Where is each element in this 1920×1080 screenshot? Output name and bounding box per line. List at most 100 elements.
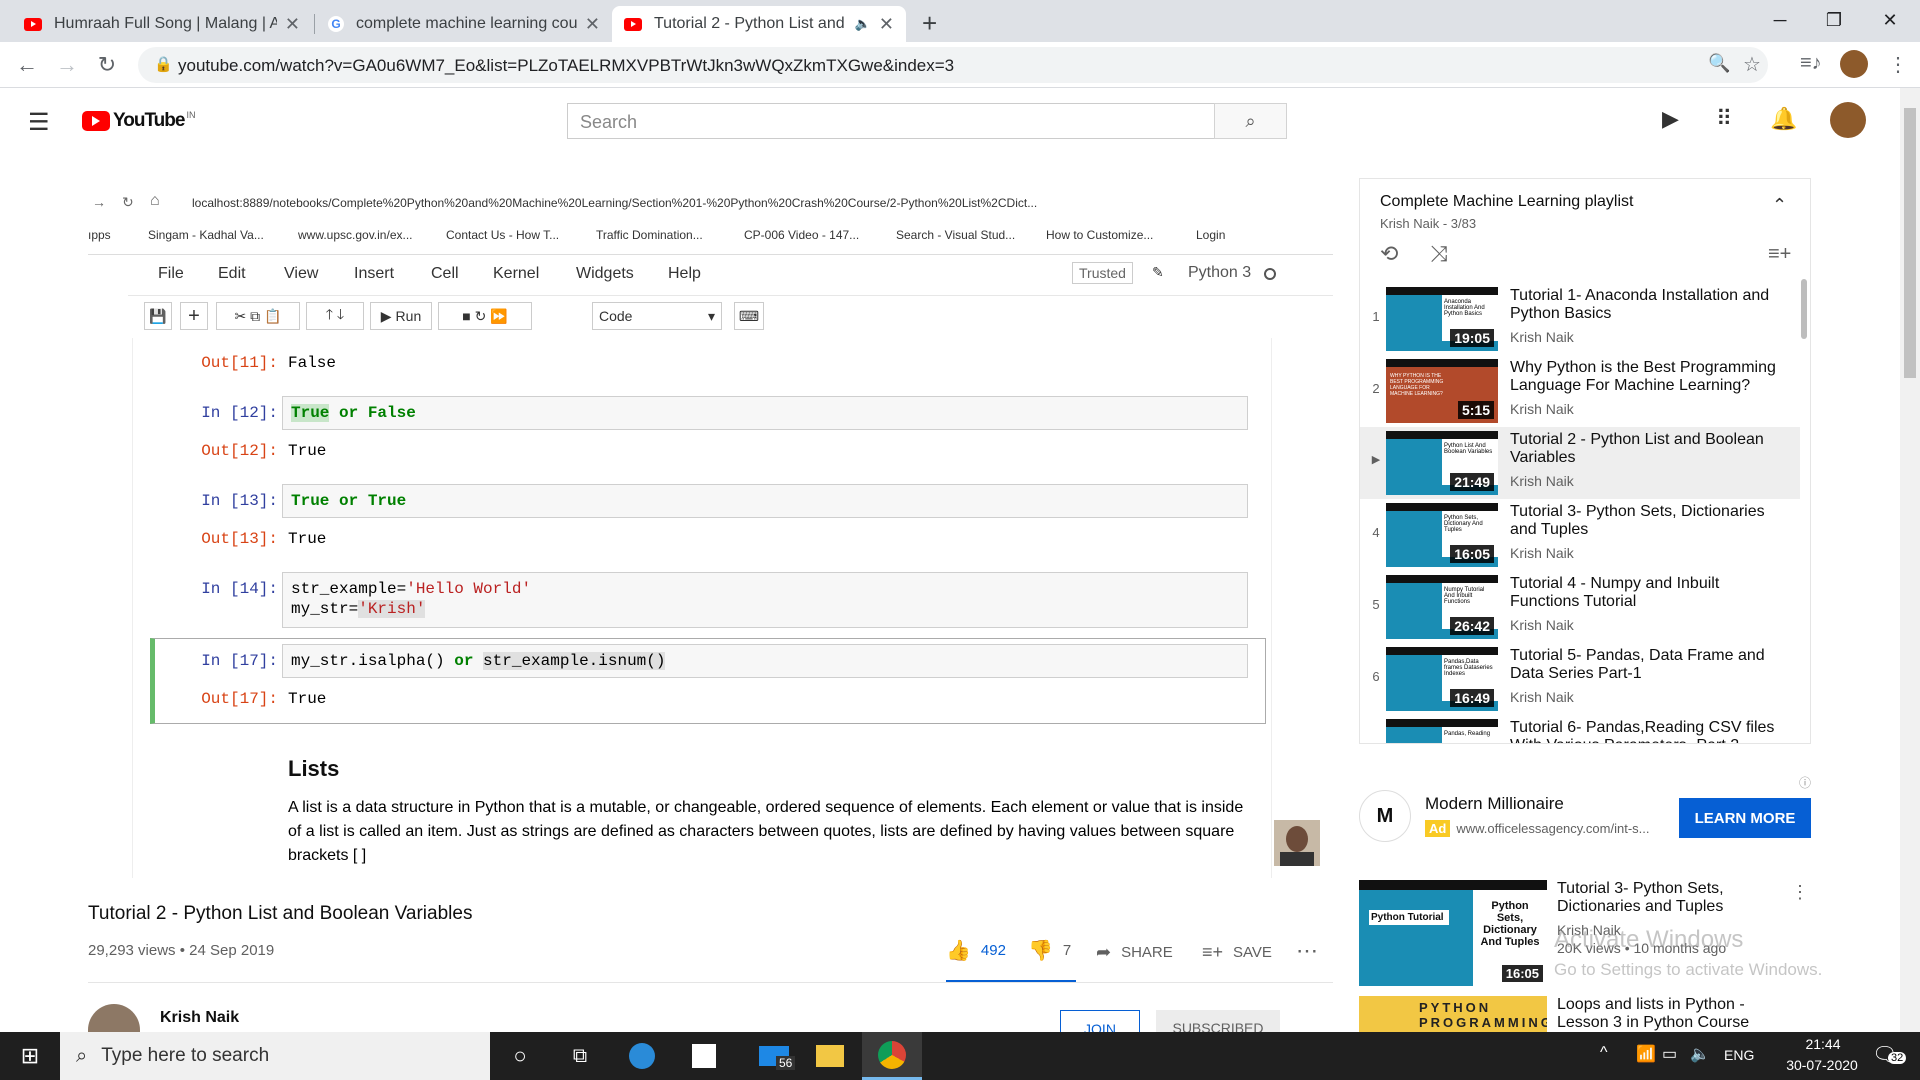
recommendation-thumbnail: Python Sets, Dictionary And Tuples Pytho…	[1359, 880, 1547, 986]
close-tab-icon[interactable]: ✕	[285, 14, 300, 35]
page-scrollbar[interactable]	[1900, 88, 1920, 1032]
minimize-button[interactable]: ─	[1752, 0, 1808, 40]
nb-save-icon: 💾	[144, 302, 172, 330]
chrome-menu-icon[interactable]: ⋮	[1888, 52, 1908, 77]
task-view-icon[interactable]: ⧉	[550, 1032, 610, 1080]
browser-tab-2[interactable]: G complete machine learning cours ✕	[316, 6, 612, 42]
nb-run-button: ▶ Run	[370, 302, 432, 330]
reload-icon[interactable]: ↻	[92, 50, 122, 80]
playlist-title[interactable]: Complete Machine Learning playlist	[1380, 193, 1633, 211]
playlist-item-title: Tutorial 6- Pandas,Reading CSV files Wit…	[1510, 719, 1775, 743]
playlist-scrollbar[interactable]	[1801, 279, 1807, 339]
network-icon[interactable]: 📶	[1636, 1044, 1656, 1064]
new-tab-button[interactable]: +	[922, 8, 937, 39]
video-player[interactable]: → ↻ ⌂ localhost:8889/notebooks/Complete%…	[88, 178, 1333, 878]
browser-tab-1[interactable]: Humraah Full Song | Malang | Ad ✕	[12, 6, 312, 42]
playlist-item[interactable]: 6 Pandas,Data frames Dataseries Indexes 1…	[1360, 643, 1800, 715]
join-button[interactable]: JOIN	[1060, 1010, 1140, 1032]
nb-bookmark: Login	[1196, 228, 1226, 242]
shuffle-icon[interactable]: ⤨	[1430, 241, 1448, 267]
channel-name[interactable]: Krish Naik	[160, 1009, 239, 1027]
search-button[interactable]: ⌕	[1214, 103, 1287, 139]
more-options-icon[interactable]: ⋮	[1791, 998, 1799, 1019]
nb-browser-bar: → ↻ ⌂ localhost:8889/notebooks/Complete%…	[88, 178, 1333, 218]
save-button[interactable]: ≡+ SAVE	[1202, 942, 1272, 963]
hamburger-menu-icon[interactable]: ☰	[28, 108, 50, 137]
mail-icon[interactable]: 56	[744, 1032, 804, 1080]
ad-info-icon[interactable]: ⓘ	[1799, 774, 1811, 791]
battery-icon[interactable]: ▭	[1662, 1044, 1677, 1064]
share-button[interactable]: ➦ SHARE	[1096, 942, 1173, 963]
file-explorer-icon[interactable]	[800, 1032, 860, 1080]
search-input[interactable]: Search	[567, 103, 1215, 139]
collapse-icon[interactable]: ⌃	[1772, 195, 1787, 216]
notification-center[interactable]: 🗨 32	[1872, 1042, 1912, 1072]
playlist-item[interactable]: Pandas, Reading Tutorial 6- Pandas,Readi…	[1360, 715, 1800, 743]
edge-icon[interactable]	[612, 1032, 672, 1080]
playlist-item-title: Tutorial 2 - Python List and Boolean Var…	[1510, 431, 1764, 466]
audio-playing-icon[interactable]: 🔈	[855, 16, 871, 32]
taskbar-search[interactable]: ⌕ Type here to search	[60, 1032, 490, 1080]
scrollbar-thumb[interactable]	[1904, 108, 1916, 378]
close-tab-icon[interactable]: ✕	[585, 14, 600, 35]
playlist-item-index: 5	[1372, 597, 1380, 612]
code-token: or	[339, 492, 359, 510]
playlist-item-index: 4	[1372, 525, 1380, 540]
nb-reload-icon: ↻	[122, 194, 134, 210]
nb-bookmark: Traffic Domination...	[596, 228, 703, 242]
nb-menu-cell: Cell	[431, 265, 459, 282]
windows-start-icon[interactable]: ⊞	[0, 1032, 60, 1080]
playlist-item[interactable]: 1 Anaconda Installation And Python Basic…	[1360, 283, 1800, 355]
dislike-button[interactable]: 👎 7	[1028, 938, 1071, 963]
zoom-icon[interactable]: 🔍	[1708, 53, 1730, 74]
store-icon[interactable]	[674, 1032, 734, 1080]
language-indicator[interactable]: ENG	[1724, 1047, 1754, 1063]
nb-add-cell-icon: +	[180, 302, 208, 330]
media-control-icon[interactable]: ≡♪	[1800, 52, 1822, 75]
show-hidden-icons[interactable]: ^	[1600, 1044, 1608, 1062]
cell-output: True	[288, 442, 327, 460]
save-label: SAVE	[1233, 944, 1272, 961]
profile-avatar[interactable]	[1840, 50, 1868, 78]
chrome-icon[interactable]	[862, 1032, 922, 1080]
playlist-item-thumbnail: Python Sets, Dictionary And Tuples 16:05	[1386, 503, 1498, 567]
playlist-item[interactable]: 4 Python Sets, Dictionary And Tuples 16:0…	[1360, 499, 1800, 571]
cortana-icon[interactable]: ○	[490, 1032, 550, 1080]
ad-card[interactable]: M Modern Millionaire Ad www.officelessag…	[1359, 776, 1811, 844]
thumbs-down-icon: 👎	[1028, 940, 1053, 962]
channel-avatar[interactable]	[88, 1004, 140, 1032]
back-icon[interactable]: ←	[12, 50, 42, 80]
close-tab-icon[interactable]: ✕	[879, 14, 894, 35]
thumb-band	[1359, 880, 1547, 890]
clock-date[interactable]: 30-07-2020	[1772, 1057, 1872, 1073]
bookmark-star-icon[interactable]: ☆	[1743, 52, 1761, 77]
notifications-bell-icon[interactable]: 🔔	[1770, 106, 1797, 132]
recommendation-item[interactable]: PYTHON PROGRAMMING Loops and lists in Py…	[1359, 996, 1799, 1032]
user-avatar[interactable]	[1830, 102, 1866, 138]
browser-tab-3[interactable]: Tutorial 2 - Python List and B 🔈 ✕	[612, 6, 906, 42]
learn-more-button[interactable]: LEARN MORE	[1679, 798, 1811, 838]
save-playlist-icon[interactable]: ≡+	[1768, 243, 1791, 266]
playlist-panel: Complete Machine Learning playlist Krish…	[1359, 178, 1811, 744]
playlist-item[interactable]: 2 WHY PYTHON IS THE BEST PROGRAMMING LAN…	[1360, 355, 1800, 427]
nb-menu-kernel: Kernel	[493, 265, 540, 282]
subscribed-button[interactable]: SUBSCRIBED	[1156, 1010, 1280, 1032]
loop-icon[interactable]: ⟲	[1380, 241, 1398, 267]
youtube-logo[interactable]: YouTube IN	[82, 110, 195, 132]
code-token: True	[291, 404, 330, 422]
playlist-item-channel: Krish Naik	[1510, 473, 1574, 489]
restore-button[interactable]: ❐	[1806, 0, 1862, 40]
apps-grid-icon[interactable]: ⠿	[1716, 106, 1732, 132]
more-actions-icon[interactable]: ⋯	[1296, 938, 1318, 964]
playlist-item-current[interactable]: ▶ Python List And Boolean Variables 21:49…	[1360, 427, 1800, 499]
forward-icon[interactable]: →	[52, 50, 82, 80]
playlist-item-duration: 5:15	[1457, 401, 1494, 419]
playlist-item[interactable]: 5 Numpy Tutorial And Inbuilt Functions 26…	[1360, 571, 1800, 643]
clock-time[interactable]: 21:44	[1788, 1036, 1858, 1052]
address-bar[interactable]: 🔒 youtube.com/watch?v=GA0u6WM7_Eo&list=P…	[138, 47, 1768, 83]
more-options-icon[interactable]: ⋮	[1791, 882, 1809, 903]
like-button[interactable]: 👍 492	[946, 938, 1006, 963]
create-video-icon[interactable]: ▶	[1662, 106, 1679, 132]
close-window-button[interactable]: ✕	[1862, 0, 1918, 40]
volume-icon[interactable]: 🔈	[1690, 1044, 1710, 1064]
